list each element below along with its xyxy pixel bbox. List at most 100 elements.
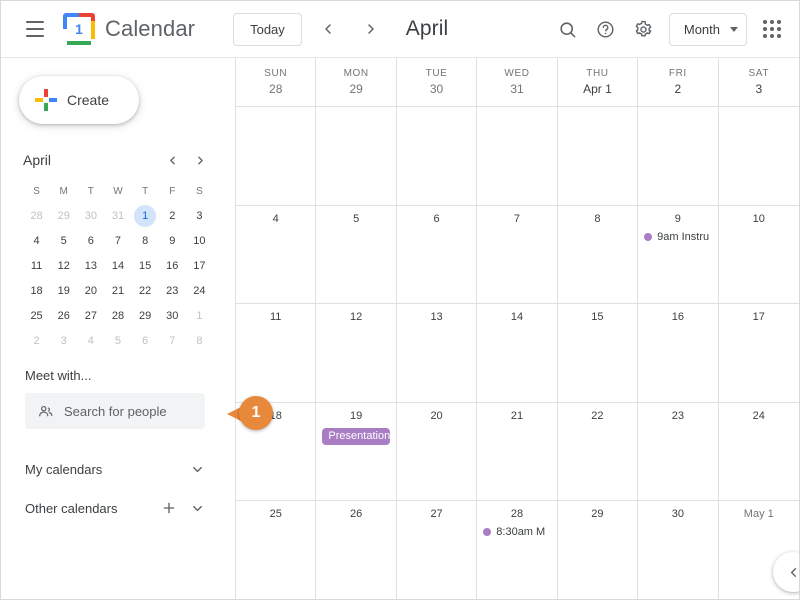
day-cell[interactable]: 28 8:30am M bbox=[477, 501, 558, 599]
day-cell[interactable]: 30 bbox=[638, 501, 719, 599]
day-cell[interactable]: 14 bbox=[477, 304, 558, 402]
day-cell[interactable] bbox=[558, 107, 639, 205]
mini-calendar-day[interactable]: 29 bbox=[134, 305, 156, 327]
mini-calendar-day[interactable]: 2 bbox=[161, 205, 183, 227]
mini-calendar-day[interactable]: 25 bbox=[26, 305, 48, 327]
mini-calendar-day[interactable]: 28 bbox=[107, 305, 129, 327]
create-button[interactable]: Create bbox=[19, 76, 139, 124]
day-cell[interactable]: 24 bbox=[719, 403, 799, 501]
day-cell[interactable] bbox=[397, 107, 478, 205]
hamburger-menu-icon[interactable] bbox=[15, 9, 55, 49]
mini-calendar-day[interactable]: 11 bbox=[26, 255, 48, 277]
day-cell[interactable]: 16 bbox=[638, 304, 719, 402]
mini-calendar-day[interactable]: 4 bbox=[26, 230, 48, 252]
next-period-button[interactable] bbox=[355, 13, 388, 46]
day-cell[interactable]: 6 bbox=[397, 205, 478, 304]
mini-calendar-day[interactable]: 8 bbox=[134, 230, 156, 252]
mini-calendar-day[interactable]: 26 bbox=[53, 305, 75, 327]
other-calendars-section[interactable]: Other calendars bbox=[25, 490, 211, 526]
mini-calendar-day[interactable]: 6 bbox=[80, 230, 102, 252]
mini-calendar-day[interactable]: 7 bbox=[161, 330, 183, 352]
mini-calendar-day[interactable]: 23 bbox=[161, 280, 183, 302]
day-cell[interactable]: 26 bbox=[316, 501, 397, 599]
day-cell[interactable] bbox=[477, 107, 558, 205]
day-cell[interactable]: 19 Presentation bbox=[316, 402, 397, 501]
day-cell[interactable]: 20 bbox=[397, 402, 478, 501]
day-cell[interactable]: 23 bbox=[638, 402, 719, 501]
other-calendars-add-plus-icon[interactable] bbox=[155, 494, 183, 522]
day-cell[interactable]: 27 bbox=[397, 501, 478, 599]
mini-calendar-day[interactable]: 5 bbox=[53, 230, 75, 252]
day-cell[interactable]: 29 bbox=[558, 501, 639, 599]
mini-calendar-day[interactable]: 4 bbox=[80, 330, 102, 352]
day-cell[interactable]: 12 bbox=[316, 304, 397, 402]
mini-calendar-day[interactable]: 5 bbox=[107, 330, 129, 352]
mini-calendar-day[interactable]: 17 bbox=[188, 255, 210, 277]
day-cell[interactable]: 4 bbox=[236, 205, 317, 304]
mini-calendar-day[interactable]: 24 bbox=[188, 280, 210, 302]
mini-calendar-day[interactable]: 29 bbox=[53, 205, 75, 227]
mini-calendar-day[interactable]: 8 bbox=[188, 330, 210, 352]
mini-calendar-day[interactable]: 20 bbox=[80, 280, 102, 302]
mini-calendar-day[interactable]: 16 bbox=[161, 255, 183, 277]
dow-cell-thu[interactable]: THU Apr 1 bbox=[558, 58, 639, 106]
mini-calendar-day[interactable]: 30 bbox=[80, 205, 102, 227]
mini-calendar-day[interactable]: 3 bbox=[53, 330, 75, 352]
mini-calendar-day[interactable]: 1 bbox=[134, 205, 157, 227]
mini-calendar-day[interactable]: 30 bbox=[161, 305, 183, 327]
other-calendars-chevron-down-icon[interactable] bbox=[183, 494, 211, 522]
day-cell[interactable]: 13 bbox=[397, 304, 478, 402]
mini-calendar-day[interactable]: 28 bbox=[26, 205, 48, 227]
mini-calendar-prev-button[interactable] bbox=[159, 147, 185, 173]
day-cell[interactable]: 11 bbox=[236, 304, 317, 402]
dow-cell-sun[interactable]: SUN 28 bbox=[236, 58, 317, 106]
day-cell[interactable]: 22 bbox=[558, 402, 639, 501]
mini-calendar-day[interactable]: 19 bbox=[53, 280, 75, 302]
mini-calendar-day[interactable]: 7 bbox=[107, 230, 129, 252]
dow-cell-fri[interactable]: FRI 2 bbox=[638, 58, 719, 106]
event-item[interactable]: 8:30am M bbox=[483, 526, 556, 538]
mini-calendar-next-button[interactable] bbox=[187, 147, 213, 173]
day-cell[interactable]: 9 9am Instru bbox=[638, 205, 719, 304]
my-calendars-chevron-down-icon[interactable] bbox=[183, 455, 211, 483]
event-item[interactable]: 9am Instru bbox=[644, 231, 717, 243]
mini-calendar-day[interactable]: 18 bbox=[26, 280, 48, 302]
day-cell[interactable]: 10 bbox=[719, 206, 799, 304]
dow-cell-sat[interactable]: SAT 3 bbox=[719, 58, 799, 106]
mini-calendar-day[interactable]: 1 bbox=[188, 305, 210, 327]
mini-calendar-day[interactable]: 10 bbox=[188, 230, 210, 252]
view-select-month[interactable]: Month bbox=[668, 12, 747, 46]
dow-cell-wed[interactable]: WED 31 bbox=[477, 58, 558, 106]
mini-calendar-day[interactable]: 12 bbox=[53, 255, 75, 277]
mini-calendar-day[interactable]: 27 bbox=[80, 305, 102, 327]
day-cell[interactable]: 8 bbox=[558, 205, 639, 304]
day-cell[interactable]: 15 bbox=[558, 304, 639, 402]
mini-calendar-day[interactable]: 9 bbox=[161, 230, 183, 252]
search-people-input[interactable]: Search for people bbox=[25, 393, 205, 429]
mini-calendar-day[interactable]: 22 bbox=[134, 280, 156, 302]
mini-calendar-day[interactable]: 14 bbox=[107, 255, 129, 277]
day-cell[interactable]: 5 bbox=[316, 205, 397, 304]
help-icon[interactable] bbox=[587, 10, 625, 48]
day-cell[interactable] bbox=[719, 107, 799, 205]
mini-calendar-day[interactable]: 13 bbox=[80, 255, 102, 277]
search-icon[interactable] bbox=[549, 10, 587, 48]
day-cell[interactable]: 17 bbox=[719, 304, 799, 402]
mini-calendar-day[interactable]: 31 bbox=[107, 205, 129, 227]
today-button[interactable]: Today bbox=[233, 12, 302, 46]
day-cell[interactable]: 21 bbox=[477, 402, 558, 501]
day-cell[interactable] bbox=[236, 107, 317, 205]
event-chip[interactable]: Presentation bbox=[322, 427, 390, 445]
dow-cell-mon[interactable]: MON 29 bbox=[316, 58, 397, 106]
mini-calendar-day[interactable]: 3 bbox=[188, 205, 210, 227]
apps-grid-icon[interactable] bbox=[753, 10, 791, 48]
gear-icon[interactable] bbox=[625, 10, 663, 48]
mini-calendar-day[interactable]: 6 bbox=[134, 330, 156, 352]
day-cell[interactable] bbox=[638, 107, 719, 205]
mini-calendar-day[interactable]: 15 bbox=[134, 255, 156, 277]
mini-calendar-day[interactable]: 2 bbox=[26, 330, 48, 352]
mini-calendar-day[interactable]: 21 bbox=[107, 280, 129, 302]
day-cell[interactable]: 7 bbox=[477, 205, 558, 304]
dow-cell-tue[interactable]: TUE 30 bbox=[397, 58, 478, 106]
day-cell[interactable]: 25 bbox=[236, 501, 317, 599]
